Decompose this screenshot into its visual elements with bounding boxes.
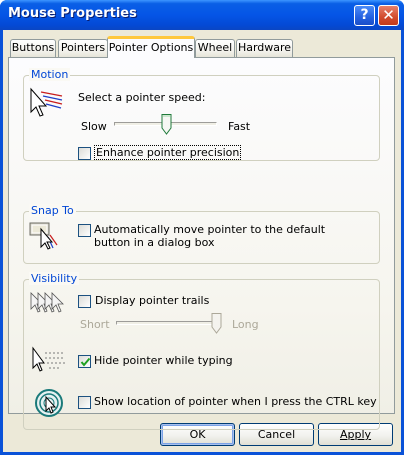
snap-to-label[interactable]: Automatically move pointer to the defaul… <box>94 223 364 249</box>
close-button[interactable]: ✕ <box>378 5 399 26</box>
snap-to-legend: Snap To <box>29 204 76 217</box>
pointer-trails-icon <box>29 289 67 323</box>
pointer-options-panel: Motion Select a pointer speed: Slow Fast <box>8 57 395 430</box>
dialog-client-area: Buttons Pointers Pointer Options Wheel H… <box>3 30 401 452</box>
pointer-trails-checkbox[interactable] <box>78 295 91 308</box>
enhance-precision-text: Enhance pointer precision <box>94 145 242 160</box>
enhance-precision-checkbox[interactable] <box>78 147 91 160</box>
slow-label: Slow <box>81 120 107 133</box>
title-bar[interactable]: Mouse Properties ? ✕ <box>0 0 404 30</box>
long-label: Long <box>232 318 259 331</box>
enhance-precision-label[interactable]: Enhance pointer precision <box>94 145 242 160</box>
hide-while-typing-label[interactable]: Hide pointer while typing <box>94 354 233 367</box>
short-label: Short <box>80 318 110 331</box>
tab-hardware[interactable]: Hardware <box>236 39 293 57</box>
help-button[interactable]: ? <box>354 5 375 26</box>
pointer-trails-label[interactable]: Display pointer trails <box>95 294 209 307</box>
trail-length-slider-thumb[interactable] <box>211 313 222 334</box>
tab-pointer-options[interactable]: Pointer Options <box>107 36 195 58</box>
show-location-checkbox[interactable] <box>78 396 91 409</box>
hide-pointer-icon <box>31 346 67 380</box>
pointer-speed-icon <box>28 86 64 124</box>
trail-length-track[interactable] <box>116 321 220 325</box>
tab-wheel[interactable]: Wheel <box>195 39 235 57</box>
window-title: Mouse Properties <box>8 6 137 21</box>
pointer-speed-slider-thumb[interactable] <box>161 114 172 135</box>
mouse-properties-window: Mouse Properties ? ✕ Buttons Pointers Po… <box>0 0 404 455</box>
snap-to-default-icon <box>29 221 61 255</box>
tab-buttons[interactable]: Buttons <box>10 39 56 57</box>
fast-label: Fast <box>228 120 251 133</box>
pointer-location-icon <box>34 388 64 422</box>
motion-legend: Motion <box>29 68 71 81</box>
show-location-label[interactable]: Show location of pointer when I press th… <box>94 395 377 408</box>
pointer-speed-prompt: Select a pointer speed: <box>78 91 206 104</box>
snap-to-checkbox[interactable] <box>78 224 91 237</box>
tab-pointers[interactable]: Pointers <box>58 39 108 57</box>
hide-while-typing-checkbox[interactable] <box>78 355 91 368</box>
visibility-legend: Visibility <box>29 272 80 285</box>
